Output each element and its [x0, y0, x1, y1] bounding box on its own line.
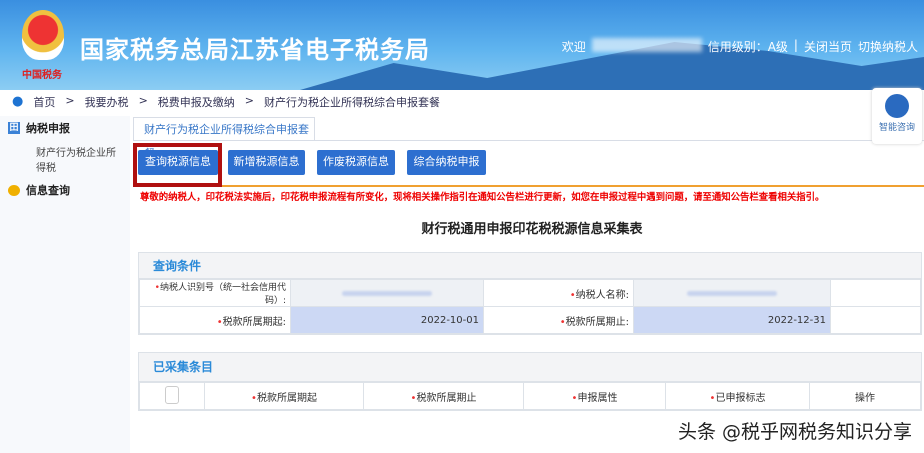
tab-divider — [133, 140, 924, 141]
select-all-checkbox[interactable] — [165, 385, 179, 404]
masked-value — [687, 290, 777, 296]
logo-text: 中国税务 — [22, 70, 62, 81]
taxpayer-id-field — [290, 279, 484, 307]
site-title: 国家税务总局江苏省电子税务局 — [80, 36, 430, 64]
close-page-link[interactable]: 关闭当页 — [804, 38, 852, 55]
tab-package[interactable]: 财产行为税企业所得税综合申报套餐 — [133, 117, 315, 160]
empty-cell — [830, 279, 921, 307]
taxpayer-name-field — [633, 279, 831, 307]
notice-text: 尊敬的纳税人，印花税法实施后，印花税申报流程有所变化，现将相关操作指引在通知公告… — [140, 192, 825, 203]
combined-filing-button[interactable]: 综合纳税申报 — [407, 150, 486, 175]
query-panel: 查询条件 •纳税人识别号（统一社会信用代码）: •纳税人名称: •税款所属期起:… — [138, 252, 922, 335]
collected-panel: 已采集条目 •税款所属期起 •税款所属期止 •申报属性 •已申报标志 操作 — [138, 352, 922, 411]
column-header: •已申报标志 — [665, 382, 810, 410]
divider — [222, 185, 924, 187]
sidebar-group-tax-filing[interactable]: 田纳税申报 — [0, 116, 130, 140]
highlight-box — [133, 143, 222, 187]
add-tax-source-button[interactable]: 新增税源信息 — [228, 150, 305, 175]
select-all-checkbox-cell — [139, 382, 205, 410]
period-start-label: •税款所属期起: — [139, 306, 291, 334]
table-header-row: •税款所属期起 •税款所属期止 •申报属性 •已申报标志 操作 — [139, 382, 921, 410]
watermark: 头条 @税乎网税务知识分享 — [677, 421, 912, 443]
sidebar: 田纳税申报 财产行为税企业所得税 信息查询 — [0, 116, 130, 453]
breadcrumb-item: 财产行为税企业所得税综合申报套餐 — [264, 96, 440, 109]
sidebar-group-label: 信息查询 — [26, 184, 70, 197]
taxpayer-id-label: •纳税人识别号（统一社会信用代码）: — [139, 279, 291, 307]
location-pin-icon: ● — [12, 94, 24, 109]
header-banner: 中国税务 国家税务总局江苏省电子税务局 欢迎 信用级别：A级 | 关闭当页 切换纳… — [0, 0, 924, 90]
switch-taxpayer-link[interactable]: 切换纳税人 — [858, 38, 918, 55]
user-name-masked — [591, 38, 702, 52]
sidebar-group-info-query[interactable]: 信息查询 — [0, 178, 130, 202]
void-tax-source-button[interactable]: 作废税源信息 — [317, 150, 395, 175]
masked-value — [342, 290, 432, 296]
taxpayer-name-label: •纳税人名称: — [483, 279, 634, 307]
breadcrumb-item[interactable]: 首页 — [33, 94, 55, 110]
column-header: •税款所属期止 — [363, 382, 524, 410]
welcome-text: 欢迎 — [561, 40, 586, 54]
column-header: •申报属性 — [523, 382, 666, 410]
user-bar: 欢迎 信用级别：A级 | 关闭当页 切换纳税人 — [561, 38, 918, 55]
form-title: 财行税通用申报印花税税源信息采集表 — [421, 222, 643, 237]
smart-consult-button[interactable]: 智能咨询 — [872, 88, 922, 144]
chat-icon — [8, 184, 20, 196]
credit-level: 信用级别：A级 — [707, 40, 788, 54]
emblem-logo — [22, 10, 64, 60]
breadcrumb-item[interactable]: 税费申报及缴纳 — [158, 94, 235, 110]
period-end-input[interactable]: 2022-12-31 — [633, 306, 831, 334]
headset-icon — [885, 94, 909, 118]
column-header: 操作 — [809, 382, 921, 410]
grid-icon: 田 — [8, 122, 20, 134]
breadcrumb-item[interactable]: 我要办税 — [85, 94, 129, 110]
period-end-label: •税款所属期止: — [483, 306, 634, 334]
smart-consult-label: 智能咨询 — [878, 123, 915, 133]
empty-cell — [830, 306, 921, 334]
breadcrumb: ● 首页 > 我要办税 > 税费申报及缴纳 > 财产行为税企业所得税综合申报套餐 — [12, 94, 440, 110]
collected-panel-title: 已采集条目 — [139, 353, 921, 382]
period-start-input[interactable]: 2022-10-01 — [290, 306, 484, 334]
column-header: •税款所属期起 — [204, 382, 364, 410]
sidebar-item-property-tax[interactable]: 财产行为税企业所得税 — [0, 140, 130, 178]
query-panel-title: 查询条件 — [139, 253, 921, 279]
sidebar-group-label: 纳税申报 — [26, 122, 70, 135]
